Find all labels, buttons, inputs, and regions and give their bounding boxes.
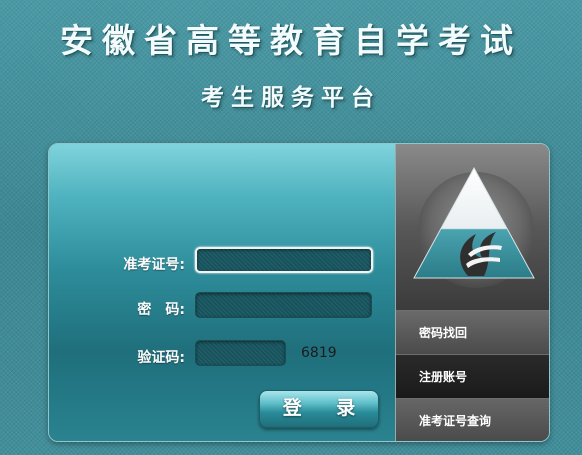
- password-label: 密 码:: [137, 302, 185, 318]
- triangle-flame-logo-icon: [396, 144, 549, 304]
- exam-id-label: 准考证号:: [123, 257, 185, 273]
- site-subtitle: 考生服务平台: [201, 84, 381, 111]
- captcha-code[interactable]: 6819: [301, 345, 337, 361]
- sidebar-item-password-recovery[interactable]: 密码找回: [396, 310, 549, 354]
- sidebar-item-exam-id-lookup[interactable]: 准考证号查询: [396, 398, 549, 441]
- sidebar-item-register[interactable]: 注册账号: [396, 354, 549, 398]
- login-button[interactable]: 登 录: [259, 390, 379, 428]
- sidebar: 密码找回 注册账号 准考证号查询: [395, 144, 549, 441]
- site-title: 安徽省高等教育自学考试: [60, 21, 522, 60]
- captcha-input[interactable]: [195, 340, 286, 366]
- login-panel: 准考证号: 密 码: 验证码: 6819 登 录 密码找回 注册账号 准考证号查…: [48, 143, 550, 442]
- password-input[interactable]: [195, 292, 372, 318]
- login-form: 准考证号: 密 码: 验证码: 6819 登 录: [49, 144, 395, 441]
- exam-id-input[interactable]: [195, 247, 373, 273]
- captcha-label: 验证码:: [137, 350, 185, 366]
